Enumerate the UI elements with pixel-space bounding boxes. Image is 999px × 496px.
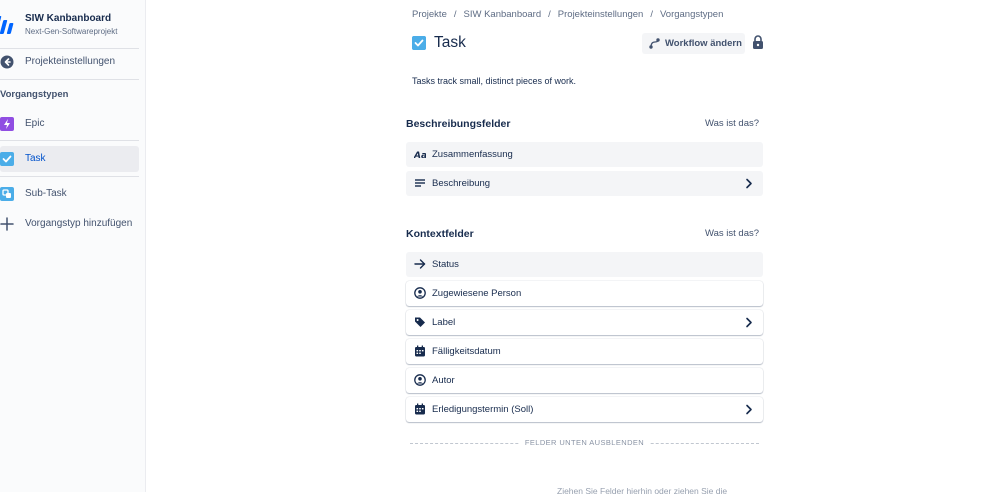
description-fields-help-link[interactable]: Was ist das? — [705, 118, 759, 129]
subtask-icon — [0, 187, 14, 201]
task-icon — [0, 152, 14, 166]
back-to-project-settings[interactable]: Projekteinstellungen — [0, 49, 139, 75]
field-label: Autor — [432, 375, 455, 386]
project-name: SIW Kanbanboard — [25, 13, 112, 24]
sidebar-divider — [0, 140, 139, 141]
change-workflow-label: Workflow ändern — [665, 38, 742, 49]
field-label[interactable]: Label — [406, 310, 763, 335]
field-summary[interactable]: Aa Zusammenfassung — [406, 142, 763, 167]
project-type: Next-Gen-Softwareprojekt — [25, 27, 118, 36]
calendar-icon — [415, 345, 425, 357]
person-icon — [414, 374, 426, 386]
calendar-icon — [415, 403, 425, 415]
issue-type-description[interactable]: Tasks track small, distinct pieces of wo… — [412, 76, 576, 86]
sidebar-item-task[interactable]: Task — [0, 146, 139, 172]
breadcrumb-separator: / — [650, 9, 653, 20]
breadcrumb-separator: / — [548, 9, 551, 20]
sidebar-item-label: Task — [25, 153, 46, 164]
sidebar-item-epic[interactable]: Epic — [0, 111, 139, 137]
paragraph-icon — [415, 179, 425, 187]
breadcrumb-project[interactable]: SIW Kanbanboard — [464, 9, 542, 20]
chevron-right-icon — [746, 404, 752, 415]
hide-fields-label-wrap: FELDER UNTEN AUSBLENDEN — [406, 438, 763, 447]
field-description[interactable]: Beschreibung — [406, 171, 763, 196]
context-fields-help-link[interactable]: Was ist das? — [705, 228, 759, 239]
field-label: Status — [432, 259, 459, 270]
back-arrow-icon — [0, 55, 14, 69]
breadcrumb-issue-types[interactable]: Vorgangstypen — [660, 9, 723, 20]
description-fields-title: Beschreibungsfelder — [406, 118, 511, 130]
task-icon — [412, 36, 426, 50]
field-label: Fälligkeitsdatum — [432, 346, 501, 357]
lock-icon[interactable] — [752, 35, 764, 49]
sidebar-divider — [0, 176, 139, 177]
sidebar-item-subtask[interactable]: Sub-Task — [0, 181, 139, 207]
sidebar-divider — [0, 79, 139, 80]
field-assignee[interactable]: Zugewiesene Person — [406, 281, 763, 306]
breadcrumb-project-settings[interactable]: Projekteinstellungen — [558, 9, 644, 20]
sidebar-item-label: Sub-Task — [25, 188, 67, 199]
epic-icon — [0, 117, 14, 131]
text-format-icon: Aa — [414, 151, 426, 160]
field-label: Zugewiesene Person — [432, 288, 522, 299]
breadcrumb: Projekte / SIW Kanbanboard / Projekteinstell… — [412, 9, 723, 20]
arrow-right-icon — [414, 259, 426, 269]
plus-icon — [0, 217, 14, 231]
field-label: Zusammenfassung — [432, 149, 513, 160]
project-logo-icon — [0, 16, 14, 34]
breadcrumb-separator: / — [453, 9, 457, 20]
workflow-icon — [649, 38, 660, 49]
field-target-date[interactable]: Erledigungstermin (Soll) — [406, 397, 763, 422]
back-label: Projekteinstellungen — [25, 56, 116, 67]
hide-fields-label: FELDER UNTEN AUSBLENDEN — [519, 438, 650, 447]
change-workflow-button[interactable]: Workflow ändern — [642, 33, 745, 54]
field-label: Erledigungstermin (Soll) — [432, 404, 534, 415]
field-due-date[interactable]: Fälligkeitsdatum — [406, 339, 763, 364]
page-title: Task — [434, 34, 466, 51]
chevron-right-icon — [746, 317, 752, 328]
sidebar: SIW Kanbanboard Next-Gen-Softwareprojekt… — [0, 0, 146, 492]
sidebar-item-label: Epic — [25, 118, 45, 129]
tag-icon — [415, 317, 425, 327]
field-label-text: Label — [432, 317, 456, 328]
project-header[interactable]: SIW Kanbanboard Next-Gen-Softwareprojekt — [0, 8, 145, 42]
svg-text:Aa: Aa — [414, 151, 426, 160]
drop-zone-hint: Ziehen Sie Felder hierhin oder ziehen Si… — [557, 486, 728, 496]
hide-fields-toggle[interactable]: FELDER UNTEN AUSBLENDEN — [406, 437, 763, 449]
field-status[interactable]: Status — [406, 252, 763, 277]
sidebar-section-heading: Vorgangstypen — [0, 89, 69, 100]
field-reporter[interactable]: Autor — [406, 368, 763, 393]
add-issue-type-button[interactable]: Vorgangstyp hinzufügen — [0, 211, 139, 237]
person-icon — [414, 287, 426, 299]
add-issue-type-label: Vorgangstyp hinzufügen — [25, 218, 133, 229]
chevron-right-icon — [746, 178, 752, 189]
field-label: Beschreibung — [432, 178, 491, 189]
context-fields-title: Kontextfelder — [406, 228, 474, 240]
breadcrumb-projects[interactable]: Projekte — [412, 9, 447, 20]
